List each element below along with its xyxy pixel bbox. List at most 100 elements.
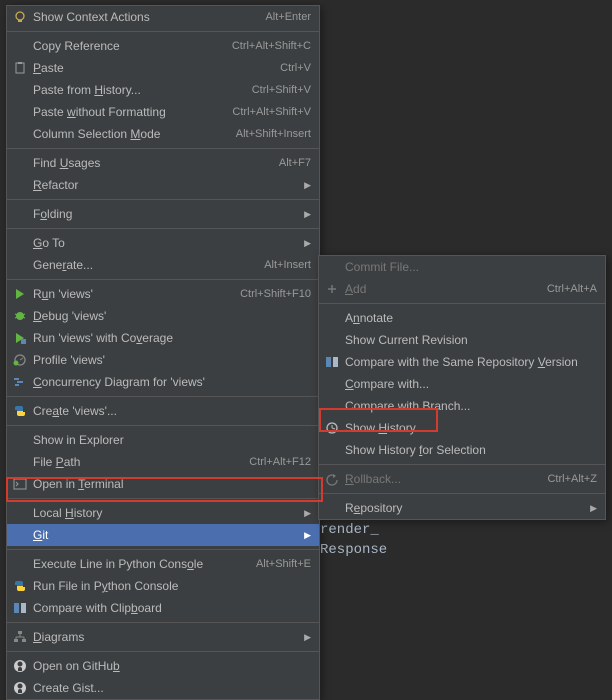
label: Paste	[33, 61, 270, 75]
refactor[interactable]: Refactor ▶	[7, 174, 319, 196]
concurrency-diagram[interactable]: Concurrency Diagram for 'views'	[7, 371, 319, 393]
paste-without-formatting[interactable]: Paste without Formatting Ctrl+Alt+Shift+…	[7, 101, 319, 123]
label: Local History	[33, 506, 301, 520]
label: Refactor	[33, 178, 301, 192]
compare-with-branch[interactable]: Compare with Branch...	[319, 395, 605, 417]
file-path[interactable]: File Path Ctrl+Alt+F12	[7, 451, 319, 473]
paste-from-history[interactable]: Paste from History... Ctrl+Shift+V	[7, 79, 319, 101]
open-in-terminal[interactable]: Open in Terminal	[7, 473, 319, 495]
paste-icon	[11, 60, 29, 76]
profile-icon	[11, 352, 29, 368]
label: Run File in Python Console	[33, 579, 311, 593]
go-to[interactable]: Go To ▶	[7, 232, 319, 254]
label: Show History for Selection	[345, 443, 597, 457]
separator	[7, 228, 319, 229]
separator	[7, 425, 319, 426]
label: Debug 'views'	[33, 309, 311, 323]
separator	[7, 31, 319, 32]
create-gist[interactable]: Create Gist...	[7, 677, 319, 699]
local-history[interactable]: Local History ▶	[7, 502, 319, 524]
shortcut: Ctrl+Alt+Z	[537, 473, 597, 485]
column-selection-mode[interactable]: Column Selection Mode Alt+Shift+Insert	[7, 123, 319, 145]
label: Show Context Actions	[33, 10, 255, 24]
label: Find Usages	[33, 156, 269, 170]
show-current-revision[interactable]: Show Current Revision	[319, 329, 605, 351]
github-icon	[11, 658, 29, 674]
folding[interactable]: Folding ▶	[7, 203, 319, 225]
label: Compare with the Same Repository Version	[345, 355, 597, 369]
git[interactable]: Git ▶	[7, 524, 319, 546]
label: Show Current Revision	[345, 333, 597, 347]
shortcut: Alt+Shift+E	[246, 558, 311, 570]
shortcut: Ctrl+Alt+Shift+C	[222, 40, 311, 52]
run-file-console[interactable]: Run File in Python Console	[7, 575, 319, 597]
label: Diagrams	[33, 630, 301, 644]
shortcut: Ctrl+V	[270, 62, 311, 74]
label: Git	[33, 528, 301, 542]
label: Run 'views'	[33, 287, 230, 301]
github-icon	[11, 680, 29, 696]
repository[interactable]: Repository ▶	[319, 497, 605, 519]
show-history[interactable]: Show History	[319, 417, 605, 439]
label: Open on GitHub	[33, 659, 311, 673]
show-in-explorer[interactable]: Show in Explorer	[7, 429, 319, 451]
compare-same-repo[interactable]: Compare with the Same Repository Version	[319, 351, 605, 373]
label: Folding	[33, 207, 301, 221]
debug-views[interactable]: Debug 'views'	[7, 305, 319, 327]
label: Rollback...	[345, 472, 537, 486]
label: Compare with Branch...	[345, 399, 597, 413]
label: Generate...	[33, 258, 254, 272]
separator	[7, 622, 319, 623]
shortcut: Ctrl+Shift+F10	[230, 288, 311, 300]
terminal-icon	[11, 476, 29, 492]
separator	[7, 148, 319, 149]
label: Annotate	[345, 311, 597, 325]
profile-views[interactable]: Profile 'views'	[7, 349, 319, 371]
rollback[interactable]: Rollback... Ctrl+Alt+Z	[319, 468, 605, 490]
commit-file[interactable]: Commit File...	[319, 256, 605, 278]
label: Compare with Clipboard	[33, 601, 311, 615]
clock-icon	[323, 420, 341, 436]
label: Column Selection Mode	[33, 127, 226, 141]
submenu-arrow-icon: ▶	[301, 632, 311, 643]
label: File Path	[33, 455, 239, 469]
separator	[319, 303, 605, 304]
shortcut: Alt+Insert	[254, 259, 311, 271]
label: Show in Explorer	[33, 433, 311, 447]
create-views[interactable]: Create 'views'...	[7, 400, 319, 422]
plus-icon	[323, 281, 341, 297]
run-views[interactable]: Run 'views' Ctrl+Shift+F10	[7, 283, 319, 305]
find-usages[interactable]: Find Usages Alt+F7	[7, 152, 319, 174]
submenu-arrow-icon: ▶	[587, 503, 597, 514]
shortcut: Ctrl+Shift+V	[242, 84, 311, 96]
diff-icon	[11, 600, 29, 616]
diagrams[interactable]: Diagrams ▶	[7, 626, 319, 648]
separator	[7, 279, 319, 280]
label: Go To	[33, 236, 301, 250]
coverage-icon	[11, 330, 29, 346]
generate[interactable]: Generate... Alt+Insert	[7, 254, 319, 276]
copy-reference[interactable]: Copy Reference Ctrl+Alt+Shift+C	[7, 35, 319, 57]
compare-clipboard[interactable]: Compare with Clipboard	[7, 597, 319, 619]
show-context-actions[interactable]: Show Context Actions Alt+Enter	[7, 6, 319, 28]
separator	[7, 498, 319, 499]
rollback-icon	[323, 471, 341, 487]
shortcut: Alt+Shift+Insert	[226, 128, 311, 140]
submenu-arrow-icon: ▶	[301, 209, 311, 220]
submenu-arrow-icon: ▶	[301, 508, 311, 519]
compare-with[interactable]: Compare with...	[319, 373, 605, 395]
git-submenu: Commit File... Add Ctrl+Alt+A Annotate S…	[318, 255, 606, 520]
add[interactable]: Add Ctrl+Alt+A	[319, 278, 605, 300]
label: Run 'views' with Coverage	[33, 331, 311, 345]
python-icon	[11, 578, 29, 594]
execute-line[interactable]: Execute Line in Python Console Alt+Shift…	[7, 553, 319, 575]
label: Open in Terminal	[33, 477, 311, 491]
paste[interactable]: Paste Ctrl+V	[7, 57, 319, 79]
separator	[7, 199, 319, 200]
separator	[7, 396, 319, 397]
shortcut: Alt+Enter	[255, 11, 311, 23]
show-history-selection[interactable]: Show History for Selection	[319, 439, 605, 461]
open-on-github[interactable]: Open on GitHub	[7, 655, 319, 677]
annotate[interactable]: Annotate	[319, 307, 605, 329]
run-with-coverage[interactable]: Run 'views' with Coverage	[7, 327, 319, 349]
